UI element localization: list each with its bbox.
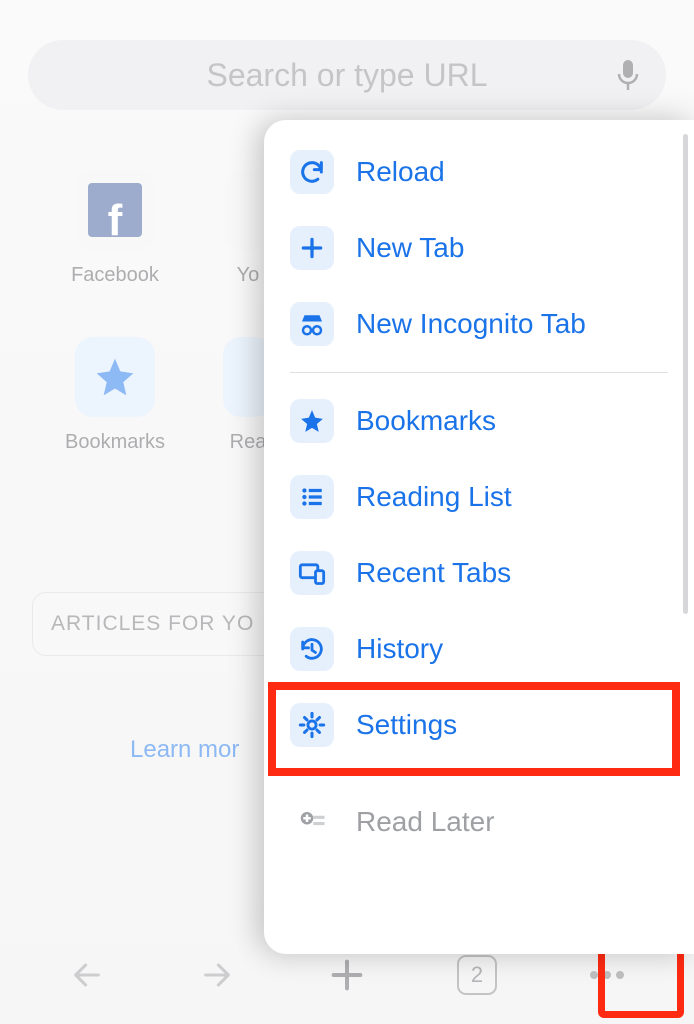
bookmarks-star-icon <box>75 337 155 417</box>
menu-item-label: New Tab <box>356 232 464 264</box>
menu-item-bookmarks[interactable]: Bookmarks <box>264 383 694 459</box>
learn-more-link[interactable]: Learn mor <box>130 736 239 764</box>
menu-item-label: Bookmarks <box>356 405 496 437</box>
menu-item-label: Settings <box>356 709 457 741</box>
incognito-icon <box>290 302 334 346</box>
menu-item-label: Reload <box>356 156 445 188</box>
overflow-menu: Reload New Tab New Incognito Tab Bookmar… <box>264 120 694 954</box>
star-icon <box>290 399 334 443</box>
shortcut-bookmarks[interactable]: Bookmarks <box>60 337 170 454</box>
read-later-icon <box>290 800 334 844</box>
list-icon <box>290 475 334 519</box>
menu-item-label: History <box>356 633 443 665</box>
gear-icon <box>290 703 334 747</box>
menu-item-history[interactable]: History <box>264 611 694 687</box>
shortcut-label: Bookmarks <box>65 431 165 454</box>
shortcut-facebook[interactable]: f Facebook <box>60 170 170 287</box>
menu-item-recent-tabs[interactable]: Recent Tabs <box>264 535 694 611</box>
menu-item-reading-list[interactable]: Reading List <box>264 459 694 535</box>
menu-divider <box>290 372 668 373</box>
shortcut-label: Facebook <box>71 264 159 287</box>
more-dots-icon <box>590 971 624 979</box>
menu-divider <box>290 773 668 774</box>
search-placeholder: Search or type URL <box>206 57 487 94</box>
menu-item-incognito[interactable]: New Incognito Tab <box>264 286 694 362</box>
forward-button[interactable] <box>192 950 242 1000</box>
more-menu-button[interactable] <box>582 950 632 1000</box>
menu-item-reload[interactable]: Reload <box>264 134 694 210</box>
shortcut-label: Yo <box>237 264 260 287</box>
back-button[interactable] <box>62 950 112 1000</box>
menu-item-new-tab[interactable]: New Tab <box>264 210 694 286</box>
tabs-button[interactable]: 2 <box>452 950 502 1000</box>
plus-icon <box>290 226 334 270</box>
shortcut-label: Rea <box>230 431 267 454</box>
search-bar[interactable]: Search or type URL <box>28 40 666 110</box>
menu-item-read-later: Read Later <box>264 784 694 860</box>
microphone-icon[interactable] <box>616 58 640 92</box>
menu-item-label: Recent Tabs <box>356 557 511 589</box>
menu-item-settings[interactable]: Settings <box>264 687 694 763</box>
menu-item-label: Reading List <box>356 481 512 513</box>
new-tab-plus-button[interactable] <box>322 950 372 1000</box>
facebook-icon: f <box>75 170 155 250</box>
articles-label: ARTICLES FOR YO <box>51 612 254 636</box>
menu-item-label: New Incognito Tab <box>356 308 586 340</box>
devices-icon <box>290 551 334 595</box>
menu-item-label: Read Later <box>356 806 495 838</box>
tab-count-value: 2 <box>471 962 483 988</box>
reload-icon <box>290 150 334 194</box>
history-icon <box>290 627 334 671</box>
